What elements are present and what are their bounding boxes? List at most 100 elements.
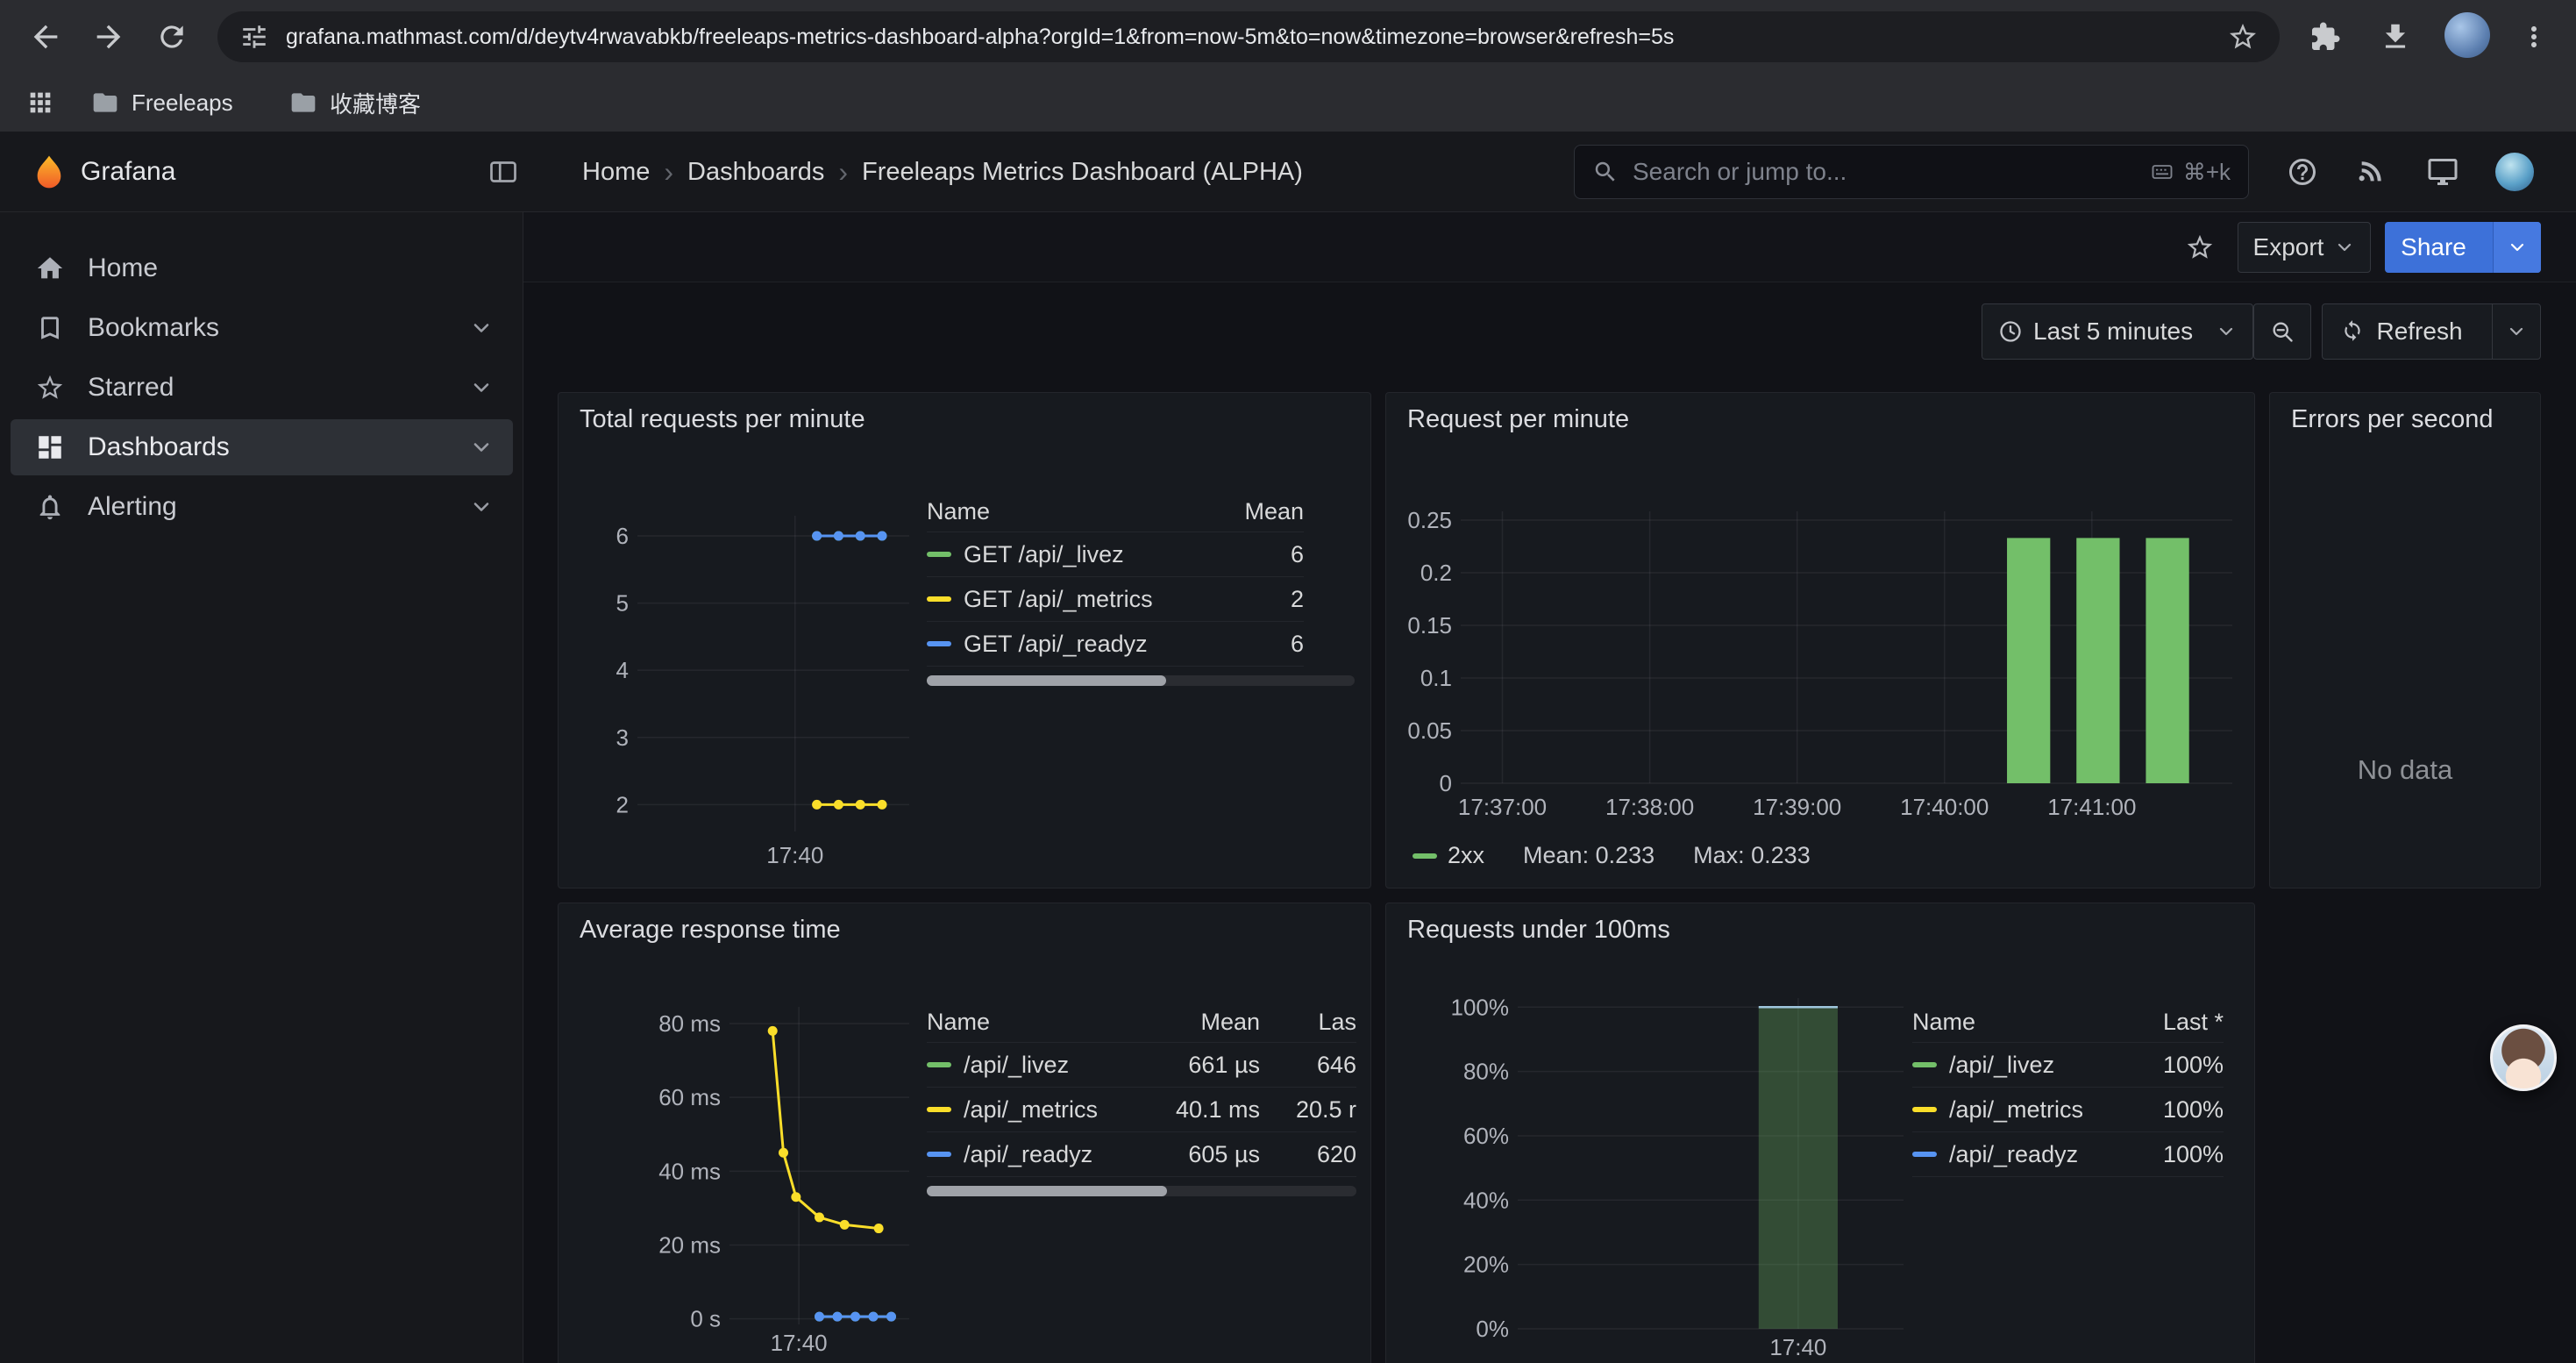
zoom-out-icon bbox=[2270, 319, 2295, 344]
sidebar-item-bookmarks[interactable]: Bookmarks bbox=[11, 300, 513, 356]
series-name[interactable]: GET /api/_readyz bbox=[927, 631, 1225, 658]
series-name[interactable]: /api/_readyz bbox=[1912, 1141, 2110, 1168]
scrollbar-thumb[interactable] bbox=[927, 675, 1166, 686]
sidebar-item-alerting[interactable]: Alerting bbox=[11, 479, 513, 535]
svg-text:40%: 40% bbox=[1463, 1187, 1509, 1213]
chat-avatar-widget[interactable] bbox=[2490, 1024, 2557, 1091]
series-name[interactable]: GET /api/_livez bbox=[927, 541, 1225, 568]
browser-menu-icon[interactable] bbox=[2513, 16, 2555, 58]
extensions-icon[interactable] bbox=[2304, 16, 2346, 58]
breadcrumb-dashboards[interactable]: Dashboards bbox=[687, 158, 824, 187]
search-shortcut: ⌘+k bbox=[2150, 159, 2231, 186]
bookmark-label: 收藏博客 bbox=[330, 87, 421, 119]
legend-column-header[interactable]: Name bbox=[927, 498, 1225, 525]
grafana-logo[interactable] bbox=[32, 154, 67, 189]
site-settings-icon[interactable] bbox=[237, 19, 272, 54]
sidebar-item-label: Starred bbox=[88, 373, 174, 403]
downloads-icon[interactable] bbox=[2374, 16, 2416, 58]
share-button[interactable]: Share bbox=[2385, 222, 2541, 273]
time-range-label: Last 5 minutes bbox=[2033, 318, 2193, 346]
legend-table: NameMeanLas/api/_livez661 µs646/api/_met… bbox=[927, 1002, 1356, 1177]
series-color-icon bbox=[1912, 1107, 1937, 1112]
series-name[interactable]: /api/_livez bbox=[1912, 1052, 2110, 1079]
browser-profile-avatar[interactable] bbox=[2444, 12, 2490, 58]
legend-row: /api/_readyz605 µs620 bbox=[927, 1132, 1356, 1177]
legend-max: Max: 0.233 bbox=[1693, 842, 1811, 869]
chevron-down-icon[interactable] bbox=[469, 435, 494, 460]
breadcrumb-home[interactable]: Home bbox=[582, 158, 650, 187]
grafana-brand: Grafana bbox=[81, 132, 175, 212]
news-rss-icon[interactable] bbox=[2357, 156, 2388, 188]
series-name[interactable]: /api/_metrics bbox=[1912, 1096, 2110, 1124]
svg-text:0.05: 0.05 bbox=[1407, 717, 1452, 744]
browser-forward-icon[interactable] bbox=[88, 16, 130, 58]
refresh-interval-chevron-icon[interactable] bbox=[2492, 304, 2540, 359]
zoom-out-button[interactable] bbox=[2253, 303, 2311, 360]
browser-back-icon[interactable] bbox=[25, 16, 67, 58]
apps-grid-icon[interactable] bbox=[19, 82, 61, 124]
legend-row: /api/_livez100% bbox=[1912, 1043, 2224, 1088]
monitor-icon[interactable] bbox=[2427, 156, 2459, 188]
table-h-scrollbar[interactable] bbox=[927, 675, 1355, 686]
series-color-icon bbox=[927, 596, 951, 602]
series-name[interactable]: /api/_readyz bbox=[927, 1141, 1128, 1168]
legend-column-header[interactable]: Last * bbox=[2110, 1009, 2224, 1036]
svg-text:17:40: 17:40 bbox=[766, 842, 823, 868]
series-value: 661 µs bbox=[1128, 1052, 1260, 1079]
chevron-down-icon[interactable] bbox=[469, 316, 494, 340]
legend-column-header[interactable]: Mean bbox=[1128, 1009, 1260, 1036]
series-name[interactable]: /api/_livez bbox=[927, 1052, 1128, 1079]
chevron-down-icon bbox=[2334, 237, 2355, 258]
series-name[interactable]: GET /api/_metrics bbox=[927, 586, 1225, 613]
bookmark-blog[interactable]: 收藏博客 bbox=[279, 84, 431, 121]
chevron-down-icon[interactable] bbox=[469, 495, 494, 519]
url-text: grafana.mathmast.com/d/deytv4rwavabkb/fr… bbox=[286, 25, 2225, 50]
chevron-down-icon bbox=[2216, 321, 2237, 342]
screen: grafana.mathmast.com/d/deytv4rwavabkb/fr… bbox=[0, 0, 2576, 1363]
panel-title[interactable]: Errors per second bbox=[2291, 405, 2494, 434]
export-button[interactable]: Export bbox=[2238, 222, 2371, 273]
panel-requests-under-100ms: Requests under 100ms 0%20%40%60%80%100%1… bbox=[1385, 903, 2255, 1363]
table-h-scrollbar[interactable] bbox=[927, 1186, 1356, 1196]
dashboards-icon bbox=[35, 432, 65, 462]
share-menu-chevron-icon[interactable] bbox=[2493, 222, 2541, 273]
svg-text:17:38:00: 17:38:00 bbox=[1605, 794, 1694, 820]
sidebar-item-starred[interactable]: Starred bbox=[11, 360, 513, 416]
bookmark-freeleaps[interactable]: Freeleaps bbox=[81, 84, 244, 121]
legend-column-header[interactable]: Name bbox=[1912, 1009, 2110, 1036]
scrollbar-thumb[interactable] bbox=[927, 1186, 1167, 1196]
sidebar-item-home[interactable]: Home bbox=[11, 240, 513, 296]
legend-column-header[interactable]: Las bbox=[1260, 1009, 1356, 1036]
time-range-picker[interactable]: Last 5 minutes bbox=[1982, 303, 2253, 360]
series-value: 605 µs bbox=[1128, 1141, 1260, 1168]
user-avatar[interactable] bbox=[2495, 153, 2534, 191]
share-label[interactable]: Share bbox=[2385, 222, 2482, 273]
breadcrumb-separator: › bbox=[838, 156, 848, 189]
legend-row: GET /api/_readyz6 bbox=[927, 622, 1304, 667]
series-value: 100% bbox=[2110, 1141, 2224, 1168]
folder-icon bbox=[289, 89, 317, 117]
request-per-minute-chart[interactable]: 00.050.10.150.20.2517:37:0017:38:0017:39… bbox=[1386, 393, 2254, 888]
legend-column-header[interactable]: Mean bbox=[1225, 498, 1304, 525]
url-bar[interactable]: grafana.mathmast.com/d/deytv4rwavabkb/fr… bbox=[217, 11, 2280, 62]
star-icon bbox=[35, 373, 65, 403]
svg-text:6: 6 bbox=[616, 523, 629, 549]
svg-text:40 ms: 40 ms bbox=[658, 1158, 721, 1184]
legend-row: GET /api/_metrics2 bbox=[927, 577, 1304, 622]
sidebar-toggle-icon[interactable] bbox=[487, 156, 519, 188]
favorite-star-icon[interactable] bbox=[2185, 232, 2215, 262]
refresh-action[interactable]: Refresh bbox=[2323, 304, 2481, 359]
svg-text:80 ms: 80 ms bbox=[658, 1010, 721, 1037]
browser-reload-icon[interactable] bbox=[151, 16, 193, 58]
legend-series-2xx[interactable]: 2xx bbox=[1413, 842, 1484, 869]
search-box[interactable]: ⌘+k bbox=[1574, 145, 2249, 199]
search-input[interactable] bbox=[1631, 157, 2138, 187]
panel-errors-per-second: Errors per second No data bbox=[2269, 392, 2541, 888]
chevron-down-icon[interactable] bbox=[469, 375, 494, 400]
legend-column-header[interactable]: Name bbox=[927, 1009, 1128, 1036]
refresh-button[interactable]: Refresh bbox=[2322, 303, 2541, 360]
bookmark-star-icon[interactable] bbox=[2225, 19, 2260, 54]
series-name[interactable]: /api/_metrics bbox=[927, 1096, 1128, 1124]
sidebar-item-dashboards[interactable]: Dashboards bbox=[11, 419, 513, 475]
help-icon[interactable] bbox=[2287, 156, 2318, 188]
